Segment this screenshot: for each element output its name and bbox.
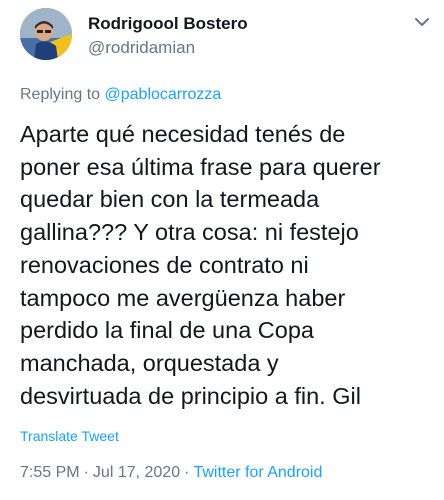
translate-tweet-link[interactable]: Translate Tweet bbox=[20, 428, 119, 444]
tweet-text-line: desvirtuada de principio a fin. Gil bbox=[20, 382, 361, 409]
meta-separator: · bbox=[184, 464, 190, 481]
tweet-source-link[interactable]: Twitter for Android bbox=[193, 464, 322, 481]
tweet: Rodrigoool Bostero @rodridamian Replying… bbox=[0, 0, 444, 500]
tweet-text-line: tampoco me avergüenza haber bbox=[20, 284, 346, 311]
tweet-text-line: Aparte qué necesidad tenés de bbox=[20, 121, 346, 147]
user-handle[interactable]: @rodridamian bbox=[88, 38, 195, 58]
tweet-text-line: gallina??? Y otra cosa: ni festejo bbox=[20, 219, 359, 246]
tweet-text: Aparte qué necesidad tenés de poner esa … bbox=[20, 118, 440, 412]
display-name[interactable]: Rodrigoool Bostero bbox=[88, 14, 248, 34]
tweet-text-line: renovaciones de contrato ni bbox=[20, 251, 309, 278]
tweet-text-line: manchada, orquestada y bbox=[20, 349, 279, 376]
chevron-down-icon[interactable] bbox=[410, 12, 434, 32]
replying-prefix: Replying to bbox=[20, 86, 105, 103]
avatar[interactable] bbox=[20, 8, 72, 60]
tweet-text-line: quedar bien con la termeada bbox=[20, 186, 320, 213]
meta-separator: · bbox=[83, 464, 89, 481]
tweet-time: 7:55 PM bbox=[20, 464, 80, 481]
tweet-text-line: perdido la final de una Copa bbox=[20, 317, 314, 344]
tweet-date: Jul 17, 2020 bbox=[92, 464, 181, 481]
tweet-meta: 7:55 PM · Jul 17, 2020 · Twitter for Android bbox=[20, 464, 322, 482]
tweet-text-line: poner esa última frase para querer bbox=[20, 153, 381, 180]
replying-to: Replying to @pablocarrozza bbox=[20, 86, 221, 104]
reply-mention-link[interactable]: @pablocarrozza bbox=[105, 86, 222, 103]
